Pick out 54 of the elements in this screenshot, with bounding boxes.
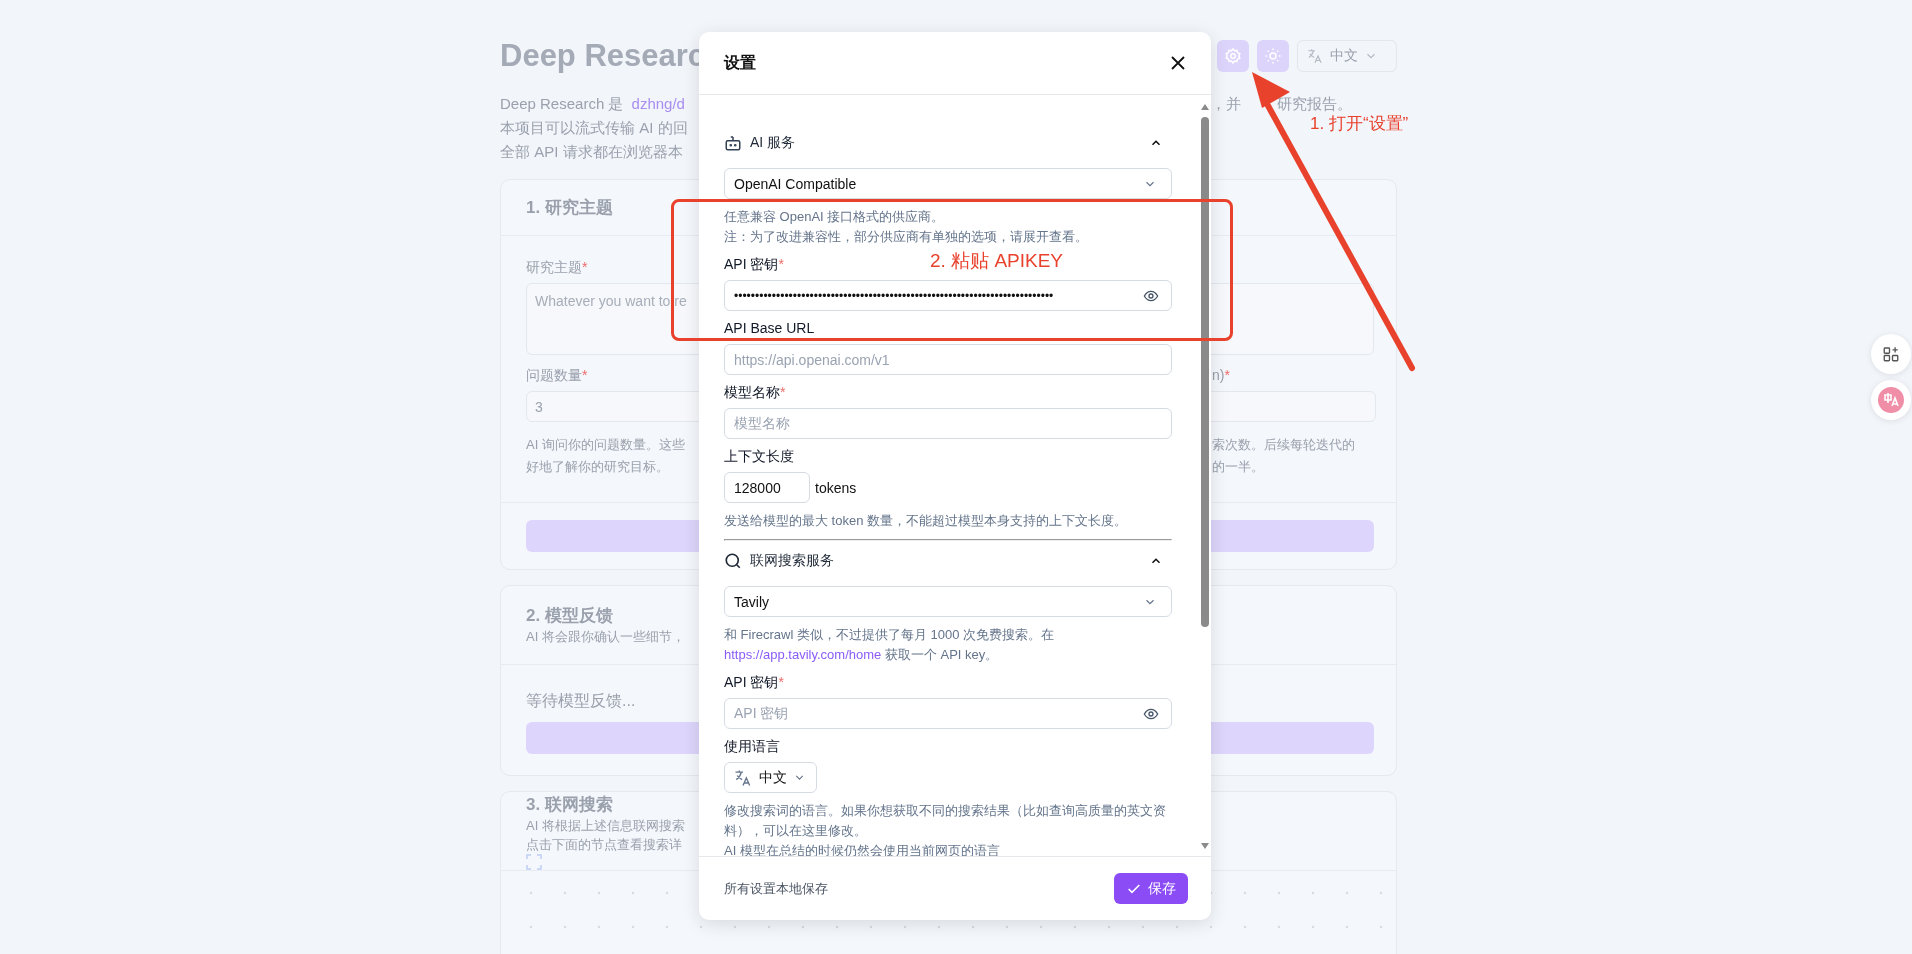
- intro-text: 全部 API 请求都在浏览器本: [500, 142, 684, 162]
- settings-icon: [1224, 47, 1242, 65]
- robot-icon: [724, 134, 742, 152]
- card-subtitle: 点击下面的节点查看搜索详: [526, 835, 683, 854]
- apps-button[interactable]: [1871, 334, 1911, 374]
- intro-text: 研究报告。: [1277, 94, 1352, 114]
- app-title: Deep Researc: [500, 38, 706, 73]
- card-title: 3. 联网搜索: [526, 793, 614, 816]
- unit-text: tokens: [815, 479, 857, 496]
- annotation-text: 1. 打开“设置”: [1310, 113, 1409, 135]
- theme-toggle-button[interactable]: [1257, 40, 1289, 72]
- help-text: 发送给模型的最大 token 数量，不能超过模型本身支持的上下文长度。: [724, 512, 1129, 530]
- field-label: 上下文长度: [724, 447, 794, 466]
- search-icon: [724, 552, 742, 570]
- section-header[interactable]: 联网搜索服务: [724, 549, 1172, 573]
- help-text: AI 询问你的问题数量。这些: [526, 436, 686, 454]
- dialog-title: 设置: [724, 52, 756, 73]
- intro-text: Deep Research 是 dzhng/d: [500, 94, 686, 114]
- tavily-link[interactable]: https://app.tavily.com/home: [724, 647, 882, 662]
- field-label: 研究主题*: [526, 258, 588, 277]
- sun-icon: [1264, 47, 1282, 65]
- card-subtitle: AI 将根据上述信息联网搜索: [526, 816, 685, 835]
- api-key-field[interactable]: ••••••••••••••••••••••••••••••••••••••••••••••••••••••••••••••••••••••••••••: [724, 280, 1172, 311]
- save-button[interactable]: 保存: [1114, 873, 1188, 904]
- card-title: 1. 研究主题: [526, 197, 613, 219]
- footer-note: 所有设置本地保存: [724, 879, 828, 898]
- help-text: 好地了解你的研究目标。: [526, 458, 670, 476]
- card-title: 2. 模型反馈: [526, 605, 613, 627]
- card-subtitle: AI 将会跟你确认一些细节，: [526, 628, 685, 646]
- field-label: n)*: [1212, 366, 1230, 385]
- field-label: API 密钥*: [724, 255, 784, 274]
- field-label: 问题数量*: [526, 366, 588, 385]
- help-text: 任意兼容 OpenAI 接口格式的供应商。: [724, 208, 946, 226]
- translate-button[interactable]: [1871, 380, 1911, 420]
- section-header[interactable]: AI 服务: [724, 131, 1172, 155]
- field-label: 使用语言: [724, 737, 780, 756]
- translate-icon: [1306, 47, 1324, 65]
- field-label: 模型名称*: [724, 383, 786, 402]
- field-label: API 密钥*: [724, 673, 784, 692]
- language-select[interactable]: 中文: [724, 762, 817, 793]
- intro-text: ，并: [1211, 94, 1241, 114]
- status-text: 等待模型反馈...: [526, 691, 637, 711]
- number-field[interactable]: 128000: [724, 472, 810, 503]
- help-text: 索次数。后续每轮迭代的: [1212, 436, 1356, 454]
- help-text: 和 Firecrawl 类似，不过提供了每月 1000 次免费搜索。在 https://app.tavily.com/home 获取一个 API key。: [724, 626, 1056, 664]
- help-text: 修改搜索词的语言。如果你想获取不同的搜索结果（比如查询高质量的英文资料），可以在这里修改。: [724, 802, 1167, 840]
- translate-icon: [1877, 386, 1905, 414]
- provider-select[interactable]: Tavily: [724, 586, 1172, 617]
- annotation-text: 2. 粘贴 APIKEY: [930, 249, 1064, 273]
- provider-select[interactable]: OpenAI Compatible: [724, 168, 1172, 199]
- intro-text: 本项目可以流式传输 AI 的回: [500, 118, 689, 138]
- field-label: API Base URL: [724, 319, 815, 338]
- apps-icon: [1882, 345, 1900, 363]
- help-text: 注：为了改进兼容性，部分供应商有单独的选项，请展开查看。: [724, 228, 1089, 246]
